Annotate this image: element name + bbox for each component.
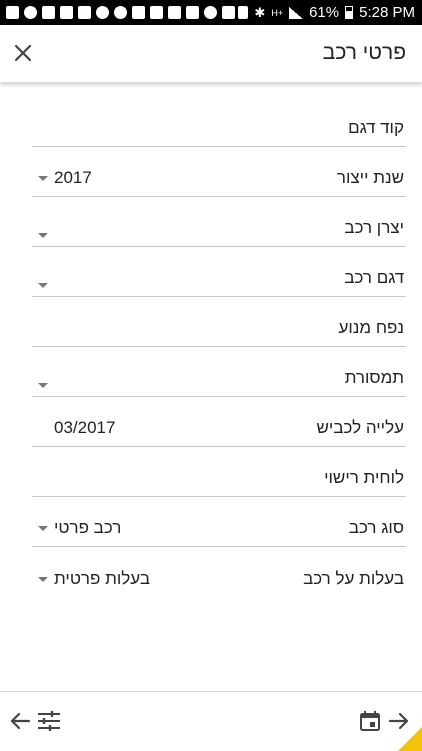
shield-icon <box>238 6 249 19</box>
dropdown-arrow-icon[interactable] <box>38 383 48 388</box>
pin-icon <box>132 6 145 19</box>
status-bar: ✱ H+ 61% 5:28 PM <box>0 0 422 25</box>
battery-icon <box>345 6 354 19</box>
field-label: בעלות על רכב <box>303 569 404 588</box>
field-engine-volume[interactable]: נפח מנוע <box>32 298 406 347</box>
field-label: קוד דגם <box>348 118 404 137</box>
field-value: רכב פרטי <box>54 518 122 537</box>
gallery-icon <box>186 6 199 19</box>
field-label: סוג רכב <box>348 518 404 537</box>
network-type-icon: H+ <box>271 7 284 18</box>
pin-icon-3 <box>168 6 181 19</box>
vehicle-details-form: קוד דגם 2017 שנת ייצור יצרן רכב דגם רכב … <box>32 98 406 598</box>
image-icon <box>78 6 91 19</box>
dropdown-arrow-icon[interactable] <box>38 525 48 531</box>
bottom-toolbar <box>0 691 422 751</box>
field-transmission[interactable]: תמסורת <box>32 348 406 397</box>
field-model[interactable]: דגם רכב <box>32 248 406 297</box>
pin-icon-2 <box>150 6 163 19</box>
calendar-notification-icon <box>60 6 73 19</box>
field-label: תמסורת <box>344 368 404 387</box>
skype-icon <box>24 6 37 19</box>
field-model-code[interactable]: קוד דגם <box>32 98 406 147</box>
field-road-date[interactable]: 03/2017 עלייה לכביש <box>32 398 406 447</box>
page-title: פרטי רכב <box>322 41 406 64</box>
field-manufacturer[interactable]: יצרן רכב <box>32 198 406 247</box>
dropdown-arrow-icon[interactable] <box>38 233 48 238</box>
mail-icon <box>222 6 235 19</box>
sync-icon <box>96 6 109 19</box>
facebook-icon <box>42 6 55 19</box>
close-icon[interactable] <box>9 39 37 67</box>
field-label: דגם רכב <box>344 268 404 287</box>
back-arrow-icon[interactable] <box>9 710 31 732</box>
field-label: שנת ייצור <box>336 168 404 187</box>
field-label: יצרן רכב <box>344 218 404 237</box>
field-vehicle-type[interactable]: רכב פרטי סוג רכב <box>32 498 406 547</box>
field-ownership[interactable]: בעלות פרטית בעלות על רכב <box>32 548 406 597</box>
field-license-plate[interactable]: לוחית רישוי <box>32 448 406 497</box>
notification-icons <box>0 6 235 19</box>
field-label: לוחית רישוי <box>324 468 404 487</box>
clock: 5:28 PM <box>359 4 415 21</box>
chat-icon <box>114 6 127 19</box>
dropdown-arrow-icon[interactable] <box>38 576 48 582</box>
field-label: נפח מנוע <box>338 318 404 337</box>
field-value: בעלות פרטית <box>54 569 150 588</box>
dropdown-arrow-icon[interactable] <box>38 283 48 288</box>
signal-icon <box>289 6 304 19</box>
system-icons: ✱ H+ 61% 5:28 PM <box>238 4 422 21</box>
field-value: 2017 <box>54 168 92 187</box>
app-bar: פרטי רכב <box>0 25 422 83</box>
hangouts-icon <box>204 6 217 19</box>
filter-sliders-icon[interactable] <box>37 710 61 732</box>
field-production-year[interactable]: 2017 שנת ייצור <box>32 148 406 197</box>
calendar-icon[interactable] <box>359 710 381 732</box>
field-label: עלייה לכביש <box>316 418 404 437</box>
battery-percent: 61% <box>309 4 340 21</box>
field-value: 03/2017 <box>54 418 116 437</box>
messages-icon <box>6 6 19 19</box>
dropdown-arrow-icon[interactable] <box>38 175 48 181</box>
bluetooth-icon: ✱ <box>254 4 266 20</box>
corner-accent <box>398 727 422 751</box>
